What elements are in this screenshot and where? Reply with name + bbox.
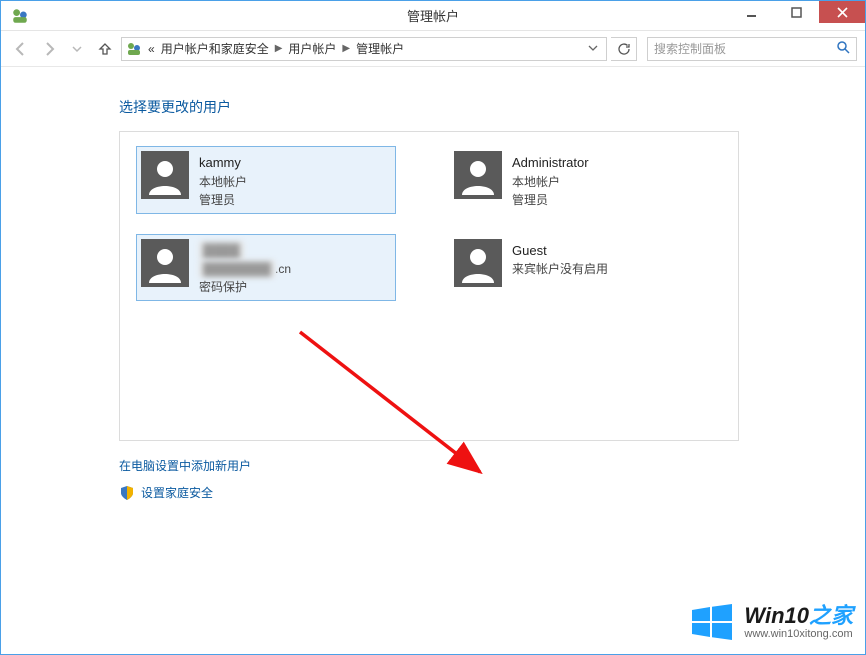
user-status: 来宾帐户没有启用	[512, 260, 608, 278]
user-accounts-icon	[11, 7, 29, 25]
avatar-icon	[454, 239, 502, 287]
refresh-button[interactable]	[611, 37, 637, 61]
forward-button[interactable]	[37, 37, 61, 61]
user-tile-kammy[interactable]: kammy 本地帐户 管理员	[136, 146, 396, 214]
user-info: Guest 来宾帐户没有启用	[512, 239, 608, 279]
user-name-redacted: ████	[199, 241, 291, 261]
watermark-text: Win10之家 www.win10xitong.com	[744, 604, 853, 640]
user-info: Administrator 本地帐户 管理员	[512, 151, 589, 209]
page-title: 选择要更改的用户	[119, 97, 865, 117]
user-password-status: 密码保护	[199, 278, 291, 296]
watermark-url: www.win10xitong.com	[744, 628, 853, 640]
chevron-right-icon: ▶	[342, 43, 350, 54]
watermark-brand: Win10之家	[744, 604, 853, 628]
titlebar: 管理帐户	[1, 1, 865, 31]
family-safety-link[interactable]: 设置家庭安全	[119, 484, 865, 501]
user-name: Guest	[512, 241, 608, 261]
window-controls	[729, 1, 865, 23]
windows-logo-icon	[690, 600, 734, 644]
back-button[interactable]	[9, 37, 33, 61]
breadcrumb-prefix: «	[148, 42, 155, 56]
search-icon[interactable]	[836, 40, 850, 57]
search-input[interactable]	[654, 42, 824, 56]
users-panel: kammy 本地帐户 管理员 Administrator 本地帐户 管理员	[119, 131, 739, 441]
minimize-button[interactable]	[729, 1, 774, 23]
breadcrumb-item[interactable]: 管理帐户	[356, 40, 404, 57]
user-account-type: 本地帐户	[199, 173, 247, 191]
chevron-right-icon: ▶	[275, 43, 283, 54]
recent-locations-button[interactable]	[65, 37, 89, 61]
close-button[interactable]	[819, 1, 865, 23]
chevron-down-icon[interactable]	[584, 42, 602, 56]
user-tile-administrator[interactable]: Administrator 本地帐户 管理员	[449, 146, 709, 214]
user-accounts-icon	[126, 41, 142, 57]
user-role: 管理员	[199, 191, 247, 209]
user-name: Administrator	[512, 153, 589, 173]
avatar-icon	[454, 151, 502, 199]
users-grid: kammy 本地帐户 管理员 Administrator 本地帐户 管理员	[136, 146, 722, 301]
user-info: ████ ████████.cn 密码保护	[199, 239, 291, 297]
user-name: kammy	[199, 153, 247, 173]
add-user-link[interactable]: 在电脑设置中添加新用户	[119, 457, 865, 474]
search-box[interactable]	[647, 37, 857, 61]
user-email-redacted: ████████.cn	[199, 260, 291, 278]
user-tile-guest[interactable]: Guest 来宾帐户没有启用	[449, 234, 709, 302]
shield-icon	[119, 485, 135, 501]
maximize-button[interactable]	[774, 1, 819, 23]
address-bar[interactable]: « 用户帐户和家庭安全 ▶ 用户帐户 ▶ 管理帐户	[121, 37, 607, 61]
action-links: 在电脑设置中添加新用户 设置家庭安全	[119, 457, 865, 501]
breadcrumb-item[interactable]: 用户帐户和家庭安全	[161, 40, 269, 57]
navigation-bar: « 用户帐户和家庭安全 ▶ 用户帐户 ▶ 管理帐户	[1, 31, 865, 67]
control-panel-window: 管理帐户	[0, 0, 866, 655]
avatar-icon	[141, 239, 189, 287]
content-area: 选择要更改的用户 kammy 本地帐户 管理员	[1, 67, 865, 654]
user-tile-email[interactable]: ████ ████████.cn 密码保护	[136, 234, 396, 302]
breadcrumb: « 用户帐户和家庭安全 ▶ 用户帐户 ▶ 管理帐户	[148, 40, 404, 57]
avatar-icon	[141, 151, 189, 199]
watermark: Win10之家 www.win10xitong.com	[690, 600, 853, 644]
up-button[interactable]	[93, 37, 117, 61]
user-role: 管理员	[512, 191, 589, 209]
breadcrumb-item[interactable]: 用户帐户	[288, 40, 336, 57]
user-account-type: 本地帐户	[512, 173, 589, 191]
user-info: kammy 本地帐户 管理员	[199, 151, 247, 209]
